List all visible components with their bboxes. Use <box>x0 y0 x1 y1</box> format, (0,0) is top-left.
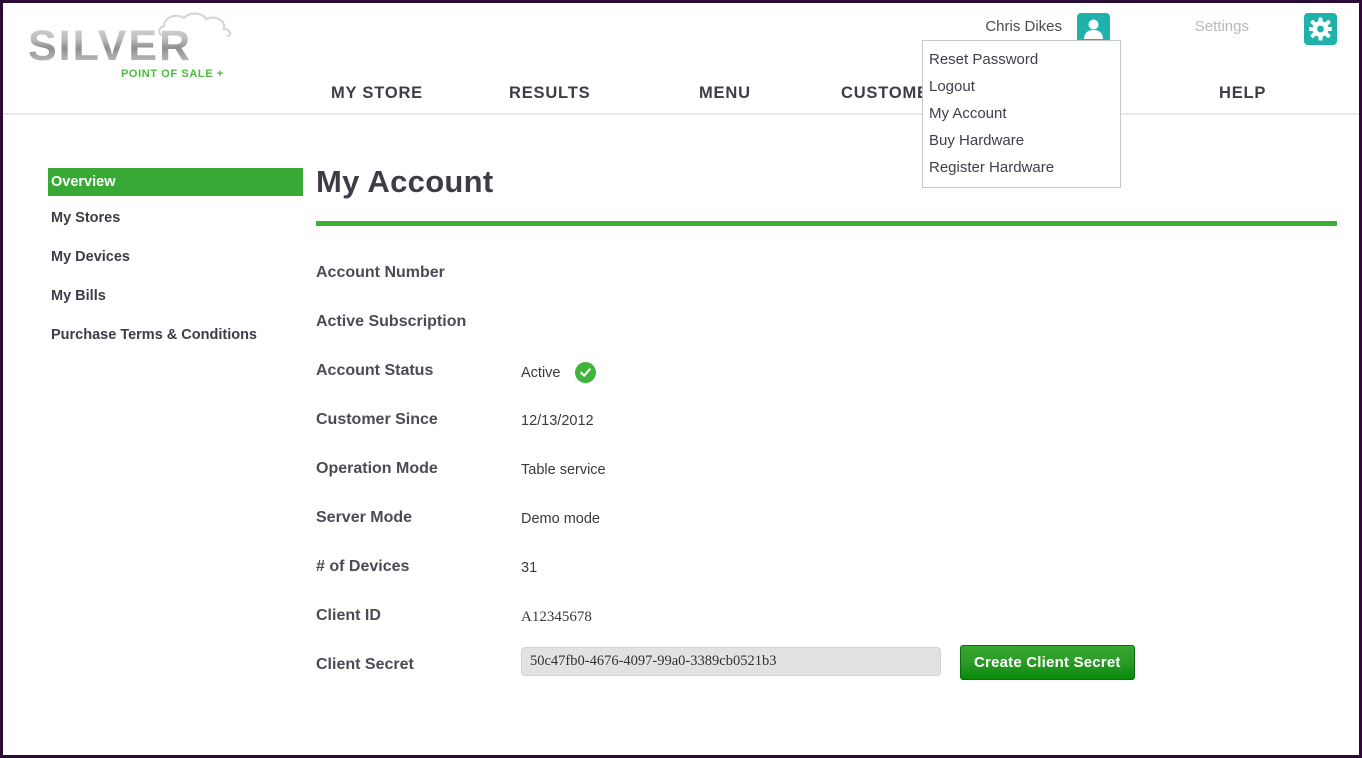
create-client-secret-button[interactable]: Create Client Secret <box>960 645 1135 680</box>
sidebar-item-purchase-terms[interactable]: Purchase Terms & Conditions <box>48 321 303 349</box>
field-label: Operation Mode <box>316 460 438 477</box>
field-label: Active Subscription <box>316 313 467 330</box>
nav-item-results[interactable]: RESULTS <box>509 84 590 103</box>
sidebar-item-my-stores[interactable]: My Stores <box>48 204 303 232</box>
check-icon <box>574 362 596 383</box>
dropdown-item-logout[interactable]: Logout <box>923 73 1120 100</box>
sidebar-item-my-devices[interactable]: My Devices <box>48 243 303 271</box>
page-header: SILVER POINT OF SALE + Chris Dikes Setti… <box>3 3 1359 188</box>
user-dropdown-menu: Reset Password Logout My Account Buy Har… <box>922 40 1121 188</box>
sidebar-navigation: Overview My Stores My Devices My Bills P… <box>48 168 303 360</box>
title-divider <box>316 221 1337 226</box>
dropdown-item-register-hardware[interactable]: Register Hardware <box>923 154 1120 181</box>
field-value: 12/13/2012 <box>521 413 594 429</box>
client-secret-input[interactable] <box>521 647 941 676</box>
sidebar-item-my-bills[interactable]: My Bills <box>48 282 303 310</box>
nav-item-my-store[interactable]: MY STORE <box>331 84 423 103</box>
settings-button[interactable] <box>1304 13 1337 45</box>
main-navigation: MY STORE RESULTS MENU CUSTOMERS REPORTS … <box>3 77 1359 115</box>
field-row-client-secret: Client Secret Create Client Secret <box>316 645 1337 716</box>
nav-item-help[interactable]: HELP <box>1219 84 1266 103</box>
nav-item-menu[interactable]: MENU <box>699 84 751 103</box>
field-row-account-number: Account Number <box>316 264 1337 313</box>
field-label: Account Number <box>316 264 445 281</box>
field-row-active-subscription: Active Subscription <box>316 313 1337 362</box>
field-row-server-mode: Server Mode Demo mode <box>316 509 1337 558</box>
field-row-operation-mode: Operation Mode Table service <box>316 460 1337 509</box>
page-body: Overview My Stores My Devices My Bills P… <box>3 115 1359 755</box>
dropdown-item-reset-password[interactable]: Reset Password <box>923 46 1120 73</box>
field-label: Client ID <box>316 607 381 624</box>
settings-label[interactable]: Settings <box>1195 18 1249 35</box>
field-value: Table service <box>521 462 606 478</box>
field-label: Client Secret <box>316 656 414 673</box>
status-badge: Active <box>521 362 596 383</box>
field-value: Demo mode <box>521 511 600 527</box>
page-title: My Account <box>316 164 494 199</box>
sidebar-item-overview[interactable]: Overview <box>48 168 303 196</box>
field-label: Server Mode <box>316 509 413 526</box>
brand-logo[interactable]: SILVER POINT OF SALE + <box>28 11 232 80</box>
field-row-number-of-devices: # of Devices 31 <box>316 558 1337 607</box>
field-label: Customer Since <box>316 411 438 428</box>
app-page: SILVER POINT OF SALE + Chris Dikes Setti… <box>3 3 1359 755</box>
brand-name: SILVER <box>28 22 193 70</box>
field-label: # of Devices <box>316 558 410 575</box>
dropdown-item-my-account[interactable]: My Account <box>923 100 1120 127</box>
field-value: A12345678 <box>521 609 592 625</box>
field-value: 31 <box>521 560 538 576</box>
main-content: My Account Account Number Active Subscri… <box>316 163 1337 716</box>
field-label: Account Status <box>316 362 434 379</box>
field-value: Active <box>521 364 561 381</box>
field-row-account-status: Account Status Active <box>316 362 1337 411</box>
gear-icon <box>1309 17 1332 41</box>
account-details-list: Account Number Active Subscription Accou… <box>316 264 1337 716</box>
field-row-customer-since: Customer Since 12/13/2012 <box>316 411 1337 460</box>
dropdown-item-buy-hardware[interactable]: Buy Hardware <box>923 127 1120 154</box>
user-name[interactable]: Chris Dikes <box>985 18 1062 35</box>
